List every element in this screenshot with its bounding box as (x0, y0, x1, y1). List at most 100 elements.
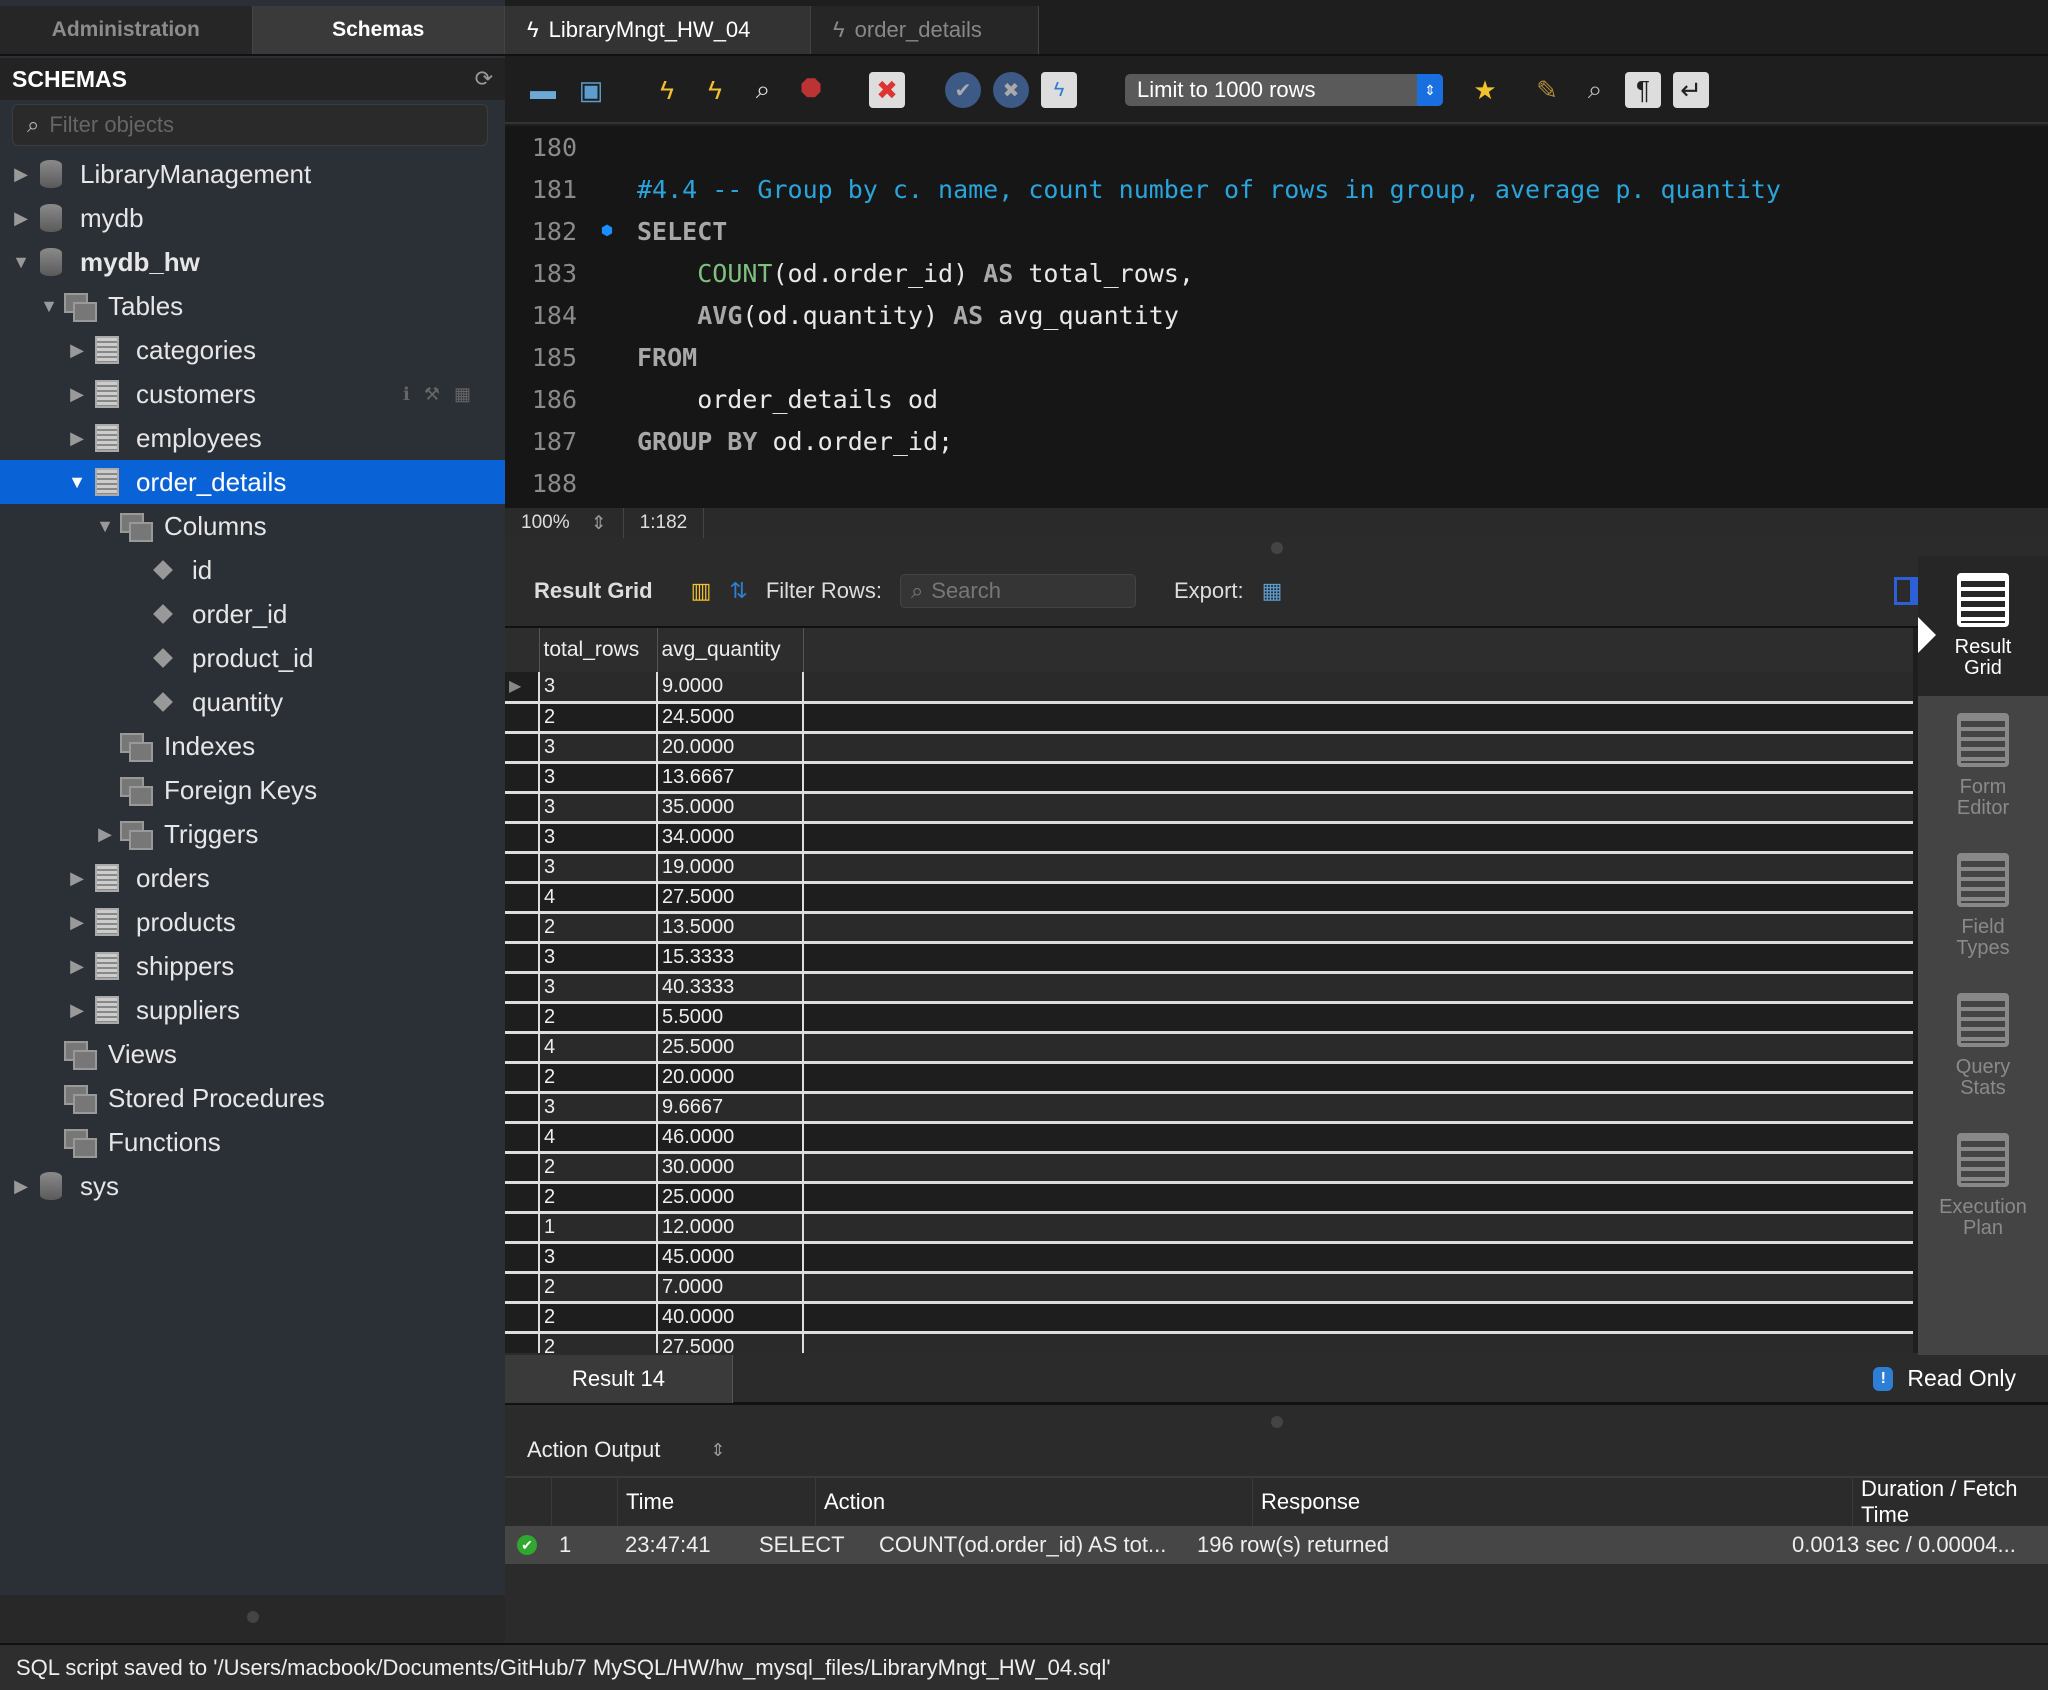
collapsed-arrow-icon[interactable]: ▶ (66, 340, 88, 361)
zoom-level[interactable]: 100% ⇕ (505, 508, 624, 538)
tree-node-indexes[interactable]: Indexes (0, 724, 505, 768)
row-header[interactable] (505, 1032, 540, 1064)
table-cell[interactable]: 19.0000 (657, 852, 804, 884)
collapsed-arrow-icon[interactable]: ▶ (66, 912, 88, 933)
tree-node-product-id[interactable]: product_id (0, 636, 505, 680)
table-cell[interactable]: 25.5000 (657, 1032, 804, 1064)
table-cell[interactable]: 2 (539, 912, 658, 944)
tree-node-librarymanagement[interactable]: ▶ LibraryManagement (0, 152, 505, 196)
collapsed-arrow-icon[interactable]: ▶ (66, 956, 88, 977)
table-cell[interactable]: 25.0000 (657, 1182, 804, 1214)
table-row[interactable]: 4 46.0000 (505, 1122, 1913, 1154)
commit-icon[interactable]: ✔ (945, 72, 981, 108)
table-cell[interactable]: 4 (539, 882, 658, 914)
filter-objects-field[interactable]: ⌕ (12, 104, 488, 146)
toggle-panel-icon[interactable] (1894, 577, 1920, 605)
row-header[interactable] (505, 972, 540, 1004)
row-header[interactable] (505, 852, 540, 884)
table-cell[interactable]: 3 (539, 942, 658, 974)
table-cell[interactable]: 2 (539, 1272, 658, 1304)
stop-icon[interactable]: ⯃ (793, 72, 829, 108)
table-cell[interactable]: 2 (539, 1182, 658, 1214)
row-header[interactable] (505, 882, 540, 914)
expanded-arrow-icon[interactable]: ▼ (10, 252, 32, 273)
tab-librarymngt-hw-04[interactable]: ϟ LibraryMngt_HW_04 (505, 6, 811, 54)
row-header[interactable] (505, 762, 540, 794)
table-row[interactable]: 2 30.0000 (505, 1152, 1913, 1184)
row-header[interactable] (505, 912, 540, 944)
table-row[interactable]: 3 35.0000 (505, 792, 1913, 824)
row-header[interactable] (505, 702, 540, 734)
table-row[interactable]: 3 19.0000 (505, 852, 1913, 884)
table-row[interactable]: 1 12.0000 (505, 1212, 1913, 1244)
save-icon[interactable]: ▣ (573, 72, 609, 108)
table-cell[interactable]: 2 (539, 1152, 658, 1184)
table-cell[interactable]: 9.0000 (657, 672, 804, 704)
refresh-icon[interactable]: ⇅ (729, 578, 747, 604)
collapsed-arrow-icon[interactable]: ▶ (66, 428, 88, 449)
column-toggle-icon[interactable]: ▥ (691, 578, 712, 604)
tree-node-employees[interactable]: ▶ employees (0, 416, 505, 460)
collapsed-arrow-icon[interactable]: ▶ (66, 384, 88, 405)
table-row[interactable]: 2 40.0000 (505, 1302, 1913, 1334)
tree-node-sys[interactable]: ▶ sys (0, 1164, 505, 1208)
table-row[interactable]: 2 13.5000 (505, 912, 1913, 944)
beautify-icon[interactable]: ✎ (1529, 72, 1565, 108)
row-header[interactable] (505, 1302, 540, 1334)
tree-node-columns[interactable]: ▼ Columns (0, 504, 505, 548)
tree-node-orders[interactable]: ▶ orders (0, 856, 505, 900)
table-cell[interactable]: 3 (539, 852, 658, 884)
table-cell[interactable]: 3 (539, 732, 658, 764)
tab-order-details[interactable]: ϟ order_details (811, 6, 1039, 54)
row-header[interactable] (505, 1272, 540, 1304)
table-cell[interactable]: 3 (539, 822, 658, 854)
table-cell[interactable]: 2 (539, 1332, 658, 1353)
resize-grip[interactable] (1271, 542, 1283, 554)
collapsed-arrow-icon[interactable]: ▶ (10, 1176, 32, 1197)
column-header-total-rows[interactable]: total_rows (539, 628, 658, 672)
tree-node-order-id[interactable]: order_id (0, 592, 505, 636)
table-cell[interactable]: 30.0000 (657, 1152, 804, 1184)
panel-query-stats[interactable]: Query Stats (1918, 976, 2048, 1116)
tab-schemas[interactable]: Schemas (252, 6, 505, 54)
open-folder-icon[interactable]: ▬ (525, 72, 561, 108)
row-header[interactable] (505, 1212, 540, 1244)
tree-node-suppliers[interactable]: ▶ suppliers (0, 988, 505, 1032)
tree-node-mydb-hw[interactable]: ▼ mydb_hw (0, 240, 505, 284)
filter-objects-input[interactable] (49, 112, 470, 138)
table-cell[interactable]: 3 (539, 792, 658, 824)
execute-icon[interactable]: ϟ (649, 72, 685, 108)
invisible-chars-icon[interactable]: ¶ (1625, 72, 1661, 108)
execute-current-icon[interactable]: ϟ (697, 72, 733, 108)
table-row[interactable]: 4 27.5000 (505, 882, 1913, 914)
table-cell[interactable]: 15.3333 (657, 942, 804, 974)
table-cell[interactable]: 4 (539, 1032, 658, 1064)
zoom-stepper-icon[interactable]: ⇕ (591, 512, 607, 535)
collapsed-arrow-icon[interactable]: ▶ (94, 824, 116, 845)
filter-rows-input[interactable]: Search (931, 578, 1001, 604)
collapsed-arrow-icon[interactable]: ▶ (10, 208, 32, 229)
table-cell[interactable]: 40.0000 (657, 1302, 804, 1334)
table-cell[interactable]: 12.0000 (657, 1212, 804, 1244)
table-row[interactable]: 2 25.0000 (505, 1182, 1913, 1214)
table-cell[interactable]: 9.6667 (657, 1092, 804, 1124)
collapsed-arrow-icon[interactable]: ▶ (66, 868, 88, 889)
refresh-icon[interactable]: ⟳ (475, 66, 493, 92)
tree-node-stored-procedures[interactable]: Stored Procedures (0, 1076, 505, 1120)
tree-node-products[interactable]: ▶ products (0, 900, 505, 944)
tree-node-quantity[interactable]: quantity (0, 680, 505, 724)
explain-icon[interactable]: ⌕ (745, 72, 781, 108)
row-header[interactable] (505, 1152, 540, 1184)
table-cell[interactable]: 27.5000 (657, 882, 804, 914)
table-cell[interactable]: 3 (539, 762, 658, 794)
resize-grip[interactable] (246, 1611, 259, 1623)
panel-field-types[interactable]: Field Types (1918, 836, 2048, 976)
table-row[interactable]: 2 24.5000 (505, 702, 1913, 734)
table-cell[interactable]: 24.5000 (657, 702, 804, 734)
tab-administration[interactable]: Administration (0, 6, 253, 54)
table-row[interactable]: 4 25.5000 (505, 1032, 1913, 1064)
table-row[interactable]: 3 40.3333 (505, 972, 1913, 1004)
expanded-arrow-icon[interactable]: ▼ (66, 472, 88, 493)
row-header[interactable] (505, 1182, 540, 1214)
col-action[interactable]: Action (815, 1478, 1252, 1526)
